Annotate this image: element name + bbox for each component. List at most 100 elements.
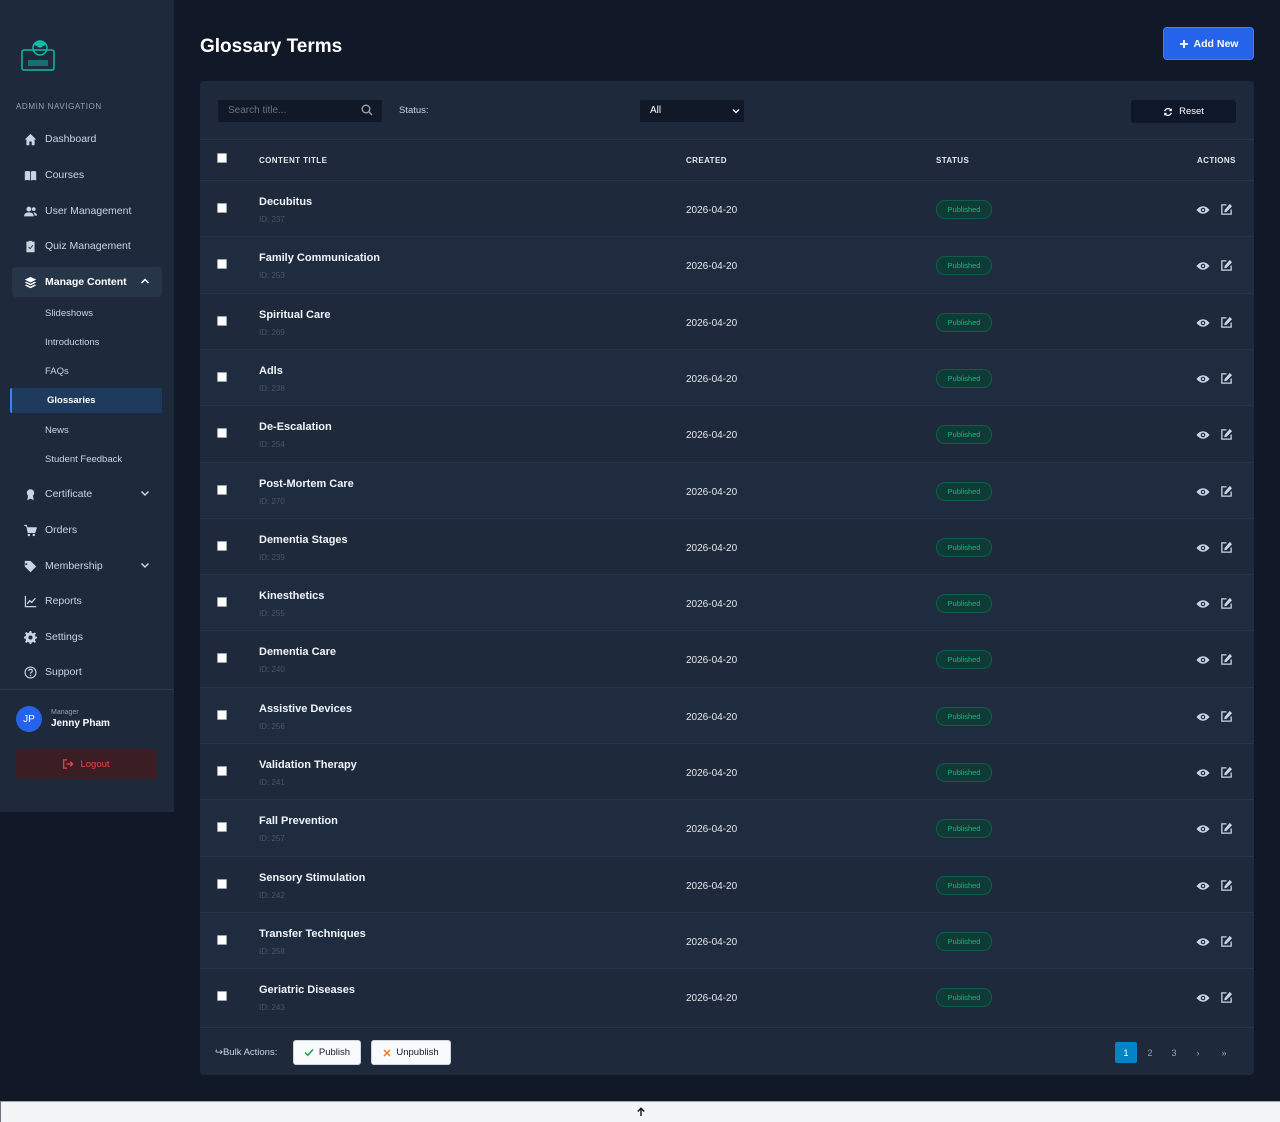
sidebar-item-membership[interactable]: Membership [12,551,162,581]
row-id: ID: 254 [259,440,285,450]
edit-icon[interactable] [1220,991,1233,1004]
row-id: ID: 241 [259,778,285,787]
last-page-button[interactable]: » [1213,1042,1235,1063]
page-title: Glossary Terms [200,36,343,57]
view-icon[interactable] [1196,598,1210,610]
bottom-bar [0,1101,1280,1122]
row-created: 2026-04-20 [686,373,738,385]
edit-icon[interactable] [1220,935,1233,948]
logout-button[interactable]: Logout [16,749,157,779]
row-checkbox[interactable] [217,878,227,889]
sidebar-subitem-slideshows[interactable]: Slideshows [45,308,93,319]
status-badge: Published [936,312,992,332]
row-checkbox[interactable] [217,934,227,945]
add-new-label: Add New [1193,37,1239,50]
row-checkbox[interactable] [217,709,227,720]
edit-icon[interactable] [1220,597,1233,610]
search-icon[interactable] [361,104,373,116]
reset-button[interactable]: Reset [1131,100,1236,123]
select-all-checkbox[interactable] [217,153,227,163]
content-panel: Search title... Status: All Reset CONTEN… [200,81,1254,1075]
row-title: Family Communication [259,252,381,265]
edit-icon[interactable] [1220,766,1233,779]
next-page-button[interactable]: › [1187,1042,1209,1063]
sidebar-item-quiz-management[interactable]: Quiz Management [12,231,162,261]
view-icon[interactable] [1196,936,1210,948]
sidebar-item-manage-content[interactable]: Manage Content [12,267,162,297]
view-icon[interactable] [1196,654,1210,666]
bulk-publish-button[interactable]: Publish [293,1040,361,1065]
column-header-title[interactable]: CONTENT TITLE [259,156,327,165]
view-icon[interactable] [1196,711,1210,723]
row-checkbox[interactable] [217,766,227,776]
edit-icon[interactable] [1220,372,1233,385]
logout-label: Logout [80,758,110,770]
row-checkbox[interactable] [217,484,227,495]
sidebar-item-user-management[interactable]: User Management [12,196,162,226]
sidebar-subitem-introductions[interactable]: Introductions [45,337,99,348]
row-created: 2026-04-20 [686,542,738,554]
sidebar-subitem-news[interactable]: News [45,425,69,436]
edit-icon[interactable] [1220,203,1233,216]
search-input[interactable]: Search title... [217,99,383,123]
row-checkbox[interactable] [217,653,227,664]
column-header-created[interactable]: CREATED [686,156,727,165]
status-badge: Published [936,763,992,782]
edit-icon[interactable] [1220,485,1233,498]
table-row: Sensory Stimulation ID: 242 2026-04-20 Publ… [200,855,1254,912]
sidebar-subitem-student-feedback[interactable]: Student Feedback [45,454,122,465]
view-icon[interactable] [1196,373,1210,385]
edit-icon[interactable] [1220,879,1233,892]
row-checkbox[interactable] [217,540,227,551]
row-created: 2026-04-20 [686,261,738,273]
row-checkbox[interactable] [217,315,227,326]
row-id: ID: 239 [259,552,285,562]
view-icon[interactable] [1196,992,1210,1004]
sidebar-item-orders[interactable]: Orders [12,515,162,545]
row-checkbox[interactable] [217,822,227,833]
view-icon[interactable] [1196,260,1210,272]
sidebar-item-support[interactable]: Support [12,657,162,687]
edit-icon[interactable] [1220,428,1233,441]
bulk-unpublish-button[interactable]: Unpublish [371,1040,451,1065]
row-checkbox[interactable] [217,203,227,213]
row-checkbox[interactable] [217,597,227,608]
sidebar-item-label: Manage Content [45,276,127,288]
edit-icon[interactable] [1220,541,1233,554]
view-icon[interactable] [1196,880,1210,892]
edit-icon[interactable] [1220,316,1233,329]
page-3-button[interactable]: 3 [1163,1042,1185,1063]
status-badge: Published [936,650,992,670]
row-checkbox[interactable] [217,428,227,439]
add-new-button[interactable]: Add New [1163,27,1254,60]
view-icon[interactable] [1196,486,1210,498]
sidebar-item-certificate[interactable]: Certificate [12,479,162,509]
sidebar-subitem-glossaries[interactable]: Glossaries [10,388,162,413]
row-checkbox[interactable] [217,371,227,382]
row-created: 2026-04-20 [686,486,738,498]
edit-icon[interactable] [1220,653,1233,666]
sidebar-item-courses[interactable]: Courses [12,160,162,190]
status-select[interactable]: All [639,99,745,123]
page-2-button[interactable]: 2 [1139,1042,1161,1063]
view-icon[interactable] [1196,429,1210,441]
sidebar-item-dashboard[interactable]: Dashboard [12,124,162,154]
column-header-status[interactable]: STATUS [936,156,969,165]
status-badge: Published [936,594,992,614]
row-checkbox[interactable] [217,259,227,270]
edit-icon[interactable] [1220,259,1233,272]
view-icon[interactable] [1196,542,1210,554]
table-row: Validation Therapy ID: 241 2026-04-20 Publi… [200,743,1254,799]
row-checkbox[interactable] [217,991,227,1002]
view-icon[interactable] [1196,317,1210,329]
page-1-button[interactable]: 1 [1115,1042,1137,1063]
view-icon[interactable] [1196,767,1210,779]
sidebar-item-settings[interactable]: Settings [12,622,162,652]
arrow-up-icon[interactable] [636,1107,646,1117]
view-icon[interactable] [1196,823,1210,835]
view-icon[interactable] [1196,204,1210,216]
sidebar-subitem-faqs[interactable]: FAQs [45,366,69,377]
sidebar-item-reports[interactable]: Reports [12,586,162,616]
edit-icon[interactable] [1220,822,1233,835]
edit-icon[interactable] [1220,710,1233,723]
